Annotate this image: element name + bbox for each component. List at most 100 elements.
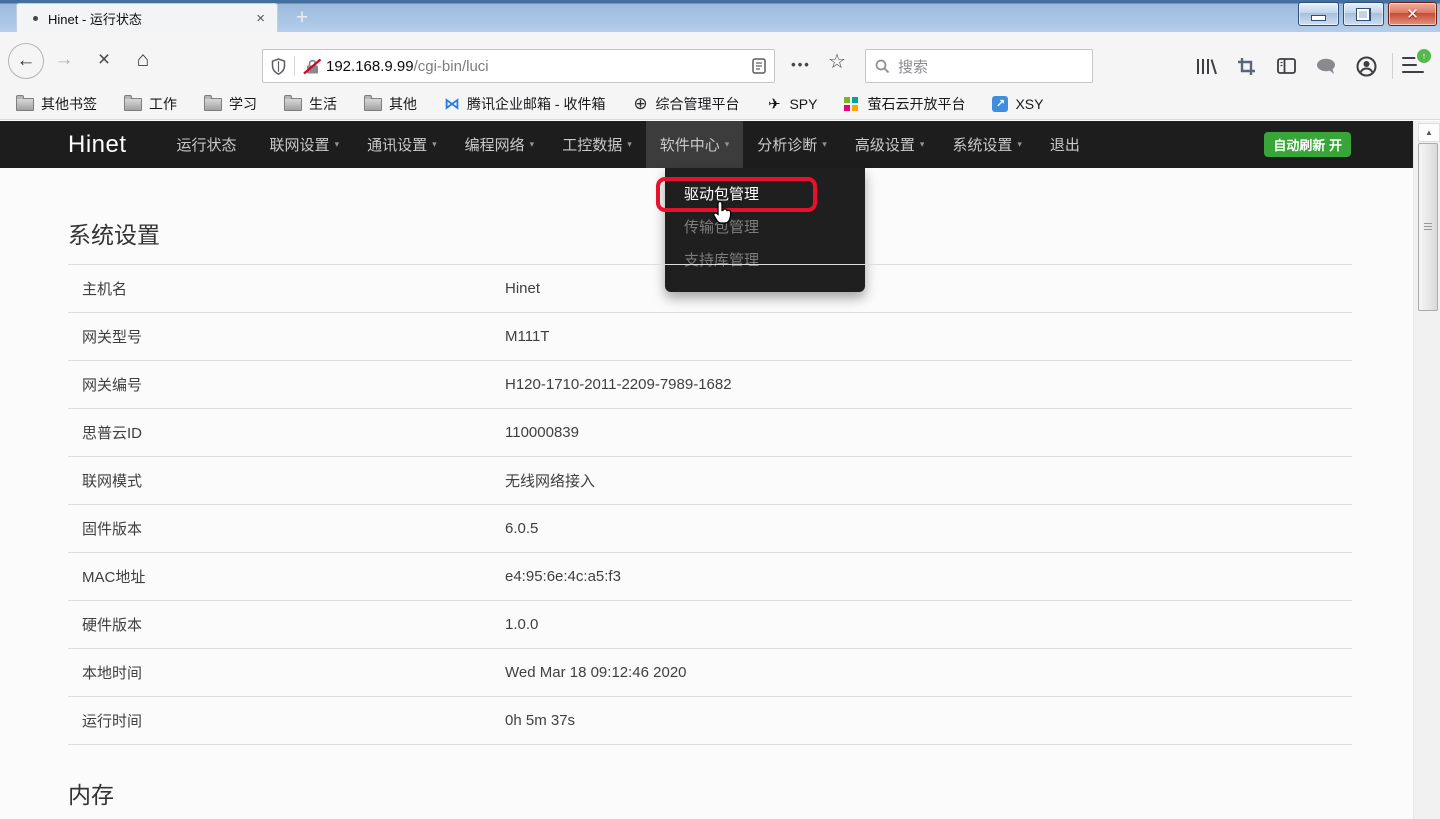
table-row: 联网模式 无线网络接入: [68, 456, 1352, 504]
address-bar[interactable]: 192.168.9.99/cgi-bin/luci: [262, 49, 775, 83]
row-value: Wed Mar 18 09:12:46 2020: [505, 664, 687, 681]
bookmark-star-icon[interactable]: ☆: [824, 49, 850, 74]
site-logo[interactable]: Hinet: [68, 131, 127, 159]
site-nav-label: 工控数据: [562, 134, 622, 155]
search-icon: [875, 59, 890, 74]
site-nav-item[interactable]: 系统设置 ▾: [938, 121, 1036, 168]
screenshot-crop-icon[interactable]: [1234, 56, 1258, 76]
window-controls: ✕: [1298, 2, 1437, 26]
titlebar: Hinet - 运行状态 × + ✕: [0, 0, 1440, 32]
toolbar-divider: [1392, 53, 1393, 79]
bookmark-label: 萤石云开放平台: [867, 94, 965, 114]
close-button[interactable]: ✕: [1388, 2, 1437, 26]
row-value: 6.0.5: [505, 520, 538, 537]
xsy-icon: [992, 96, 1008, 112]
site-nav-label: 分析诊断: [757, 134, 817, 155]
search-bar[interactable]: 搜索: [865, 49, 1093, 83]
browser-tab[interactable]: Hinet - 运行状态 ×: [16, 3, 278, 32]
minimize-button[interactable]: [1298, 2, 1339, 26]
chevron-down-icon: ▾: [335, 139, 340, 150]
table-row: 本地时间 Wed Mar 18 09:12:46 2020: [68, 648, 1352, 696]
table-row: MAC地址 e4:95:6e:4c:a5:f3: [68, 552, 1352, 600]
sidebar-icon[interactable]: [1274, 56, 1298, 76]
library-icon[interactable]: [1194, 56, 1218, 76]
site-nav-item[interactable]: 通讯设置 ▾: [353, 121, 451, 168]
stop-button[interactable]: ×: [92, 48, 116, 72]
site-nav-item[interactable]: 退出: [1036, 121, 1099, 168]
site-nav-item[interactable]: 联网设置 ▾: [256, 121, 354, 168]
row-value: 1.0.0: [505, 616, 538, 633]
chat-bubble-icon[interactable]: [1314, 56, 1338, 76]
site-nav-item[interactable]: 编程网络 ▾: [451, 121, 549, 168]
bookmark-item[interactable]: SPY: [766, 96, 817, 112]
navigation-toolbar: ← → × ⌂ 192.168.9.99/cgi-bin/luci ••• ☆ …: [0, 32, 1440, 88]
chevron-down-icon: ▾: [530, 139, 535, 150]
page-content: 系统设置 主机名 Hinet 网关型号 M111T 网关编号 H: [0, 168, 1413, 819]
account-icon[interactable]: [1354, 56, 1378, 76]
favicon-dot-icon: [33, 16, 38, 21]
bookmark-item[interactable]: 综合管理平台: [632, 94, 739, 114]
restore-icon: [1357, 9, 1370, 20]
auto-refresh-toggle[interactable]: 自动刷新 开: [1264, 132, 1351, 157]
row-value: 0h 5m 37s: [505, 712, 575, 729]
site-nav-item[interactable]: 分析诊断 ▾: [743, 121, 841, 168]
row-value: 110000839: [505, 424, 579, 441]
bookmark-label: 学习: [229, 94, 257, 114]
bookmark-item[interactable]: 腾讯企业邮箱 - 收件箱: [444, 94, 605, 114]
forward-button[interactable]: →: [52, 50, 76, 70]
chevron-down-icon: ▾: [822, 139, 827, 150]
bookmark-item[interactable]: 其他书签: [16, 94, 97, 114]
row-label: 思普云ID: [68, 422, 505, 443]
page-title: 系统设置: [68, 216, 1413, 250]
home-button[interactable]: ⌂: [130, 47, 156, 73]
page-viewport: Hinet 运行状态 联网设置 ▾ 通讯设置 ▾: [0, 121, 1413, 819]
bookmark-item[interactable]: 生活: [284, 94, 337, 114]
minimize-icon: [1311, 15, 1326, 21]
site-nav-item[interactable]: 软件中心 ▾: [646, 121, 744, 168]
bookmark-label: 生活: [309, 94, 337, 114]
row-label: 运行时间: [68, 710, 505, 731]
bookmarks-bar: 其他书签 工作 学习 生活 其他 腾讯企: [0, 88, 1440, 120]
table-row: 网关编号 H120-1710-2011-2209-7989-1682: [68, 360, 1352, 408]
site-nav-label: 联网设置: [270, 134, 330, 155]
bookmark-item[interactable]: 学习: [204, 94, 257, 114]
globe-icon: [632, 96, 648, 112]
tracking-shield-icon[interactable]: [271, 58, 286, 75]
row-label: 联网模式: [68, 470, 505, 491]
bookmark-item[interactable]: 萤石云开放平台: [844, 94, 965, 114]
search-placeholder: 搜索: [898, 56, 928, 77]
row-label: 网关型号: [68, 326, 505, 347]
site-nav-label: 退出: [1050, 134, 1080, 155]
site-nav-item[interactable]: 工控数据 ▾: [548, 121, 646, 168]
scrollbar[interactable]: ▲: [1413, 121, 1440, 819]
site-nav-label: 运行状态: [177, 134, 237, 155]
row-label: 网关编号: [68, 374, 505, 395]
insecure-lock-icon[interactable]: [303, 58, 322, 75]
divider: [294, 56, 295, 76]
bookmark-label: XSY: [1015, 96, 1043, 112]
plane-icon: [766, 96, 782, 112]
tencent-mail-icon: [444, 96, 460, 112]
bookmark-label: 腾讯企业邮箱 - 收件箱: [467, 94, 605, 114]
site-nav-label: 系统设置: [952, 134, 1012, 155]
back-button[interactable]: ←: [8, 43, 44, 79]
bookmark-item[interactable]: 其他: [364, 94, 417, 114]
bookmark-label: 其他: [389, 94, 417, 114]
site-nav-item[interactable]: 运行状态: [163, 121, 256, 168]
new-tab-button[interactable]: +: [287, 4, 317, 32]
row-label: 硬件版本: [68, 614, 505, 635]
page-actions-icon[interactable]: •••: [786, 57, 816, 72]
table-row: 运行时间 0h 5m 37s: [68, 696, 1352, 744]
restore-button[interactable]: [1343, 2, 1384, 26]
site-nav-label: 通讯设置: [367, 134, 427, 155]
row-value: Hinet: [505, 280, 540, 297]
scrollbar-thumb[interactable]: [1418, 143, 1438, 311]
bookmark-item[interactable]: XSY: [992, 96, 1043, 112]
row-label: MAC地址: [68, 566, 505, 587]
bookmark-item[interactable]: 工作: [124, 94, 177, 114]
scroll-up-arrow[interactable]: ▲: [1418, 123, 1440, 142]
reader-mode-icon[interactable]: [752, 58, 766, 74]
tab-close-icon[interactable]: ×: [253, 9, 268, 28]
site-nav-item[interactable]: 高级设置 ▾: [841, 121, 939, 168]
chevron-down-icon: ▾: [627, 139, 632, 150]
